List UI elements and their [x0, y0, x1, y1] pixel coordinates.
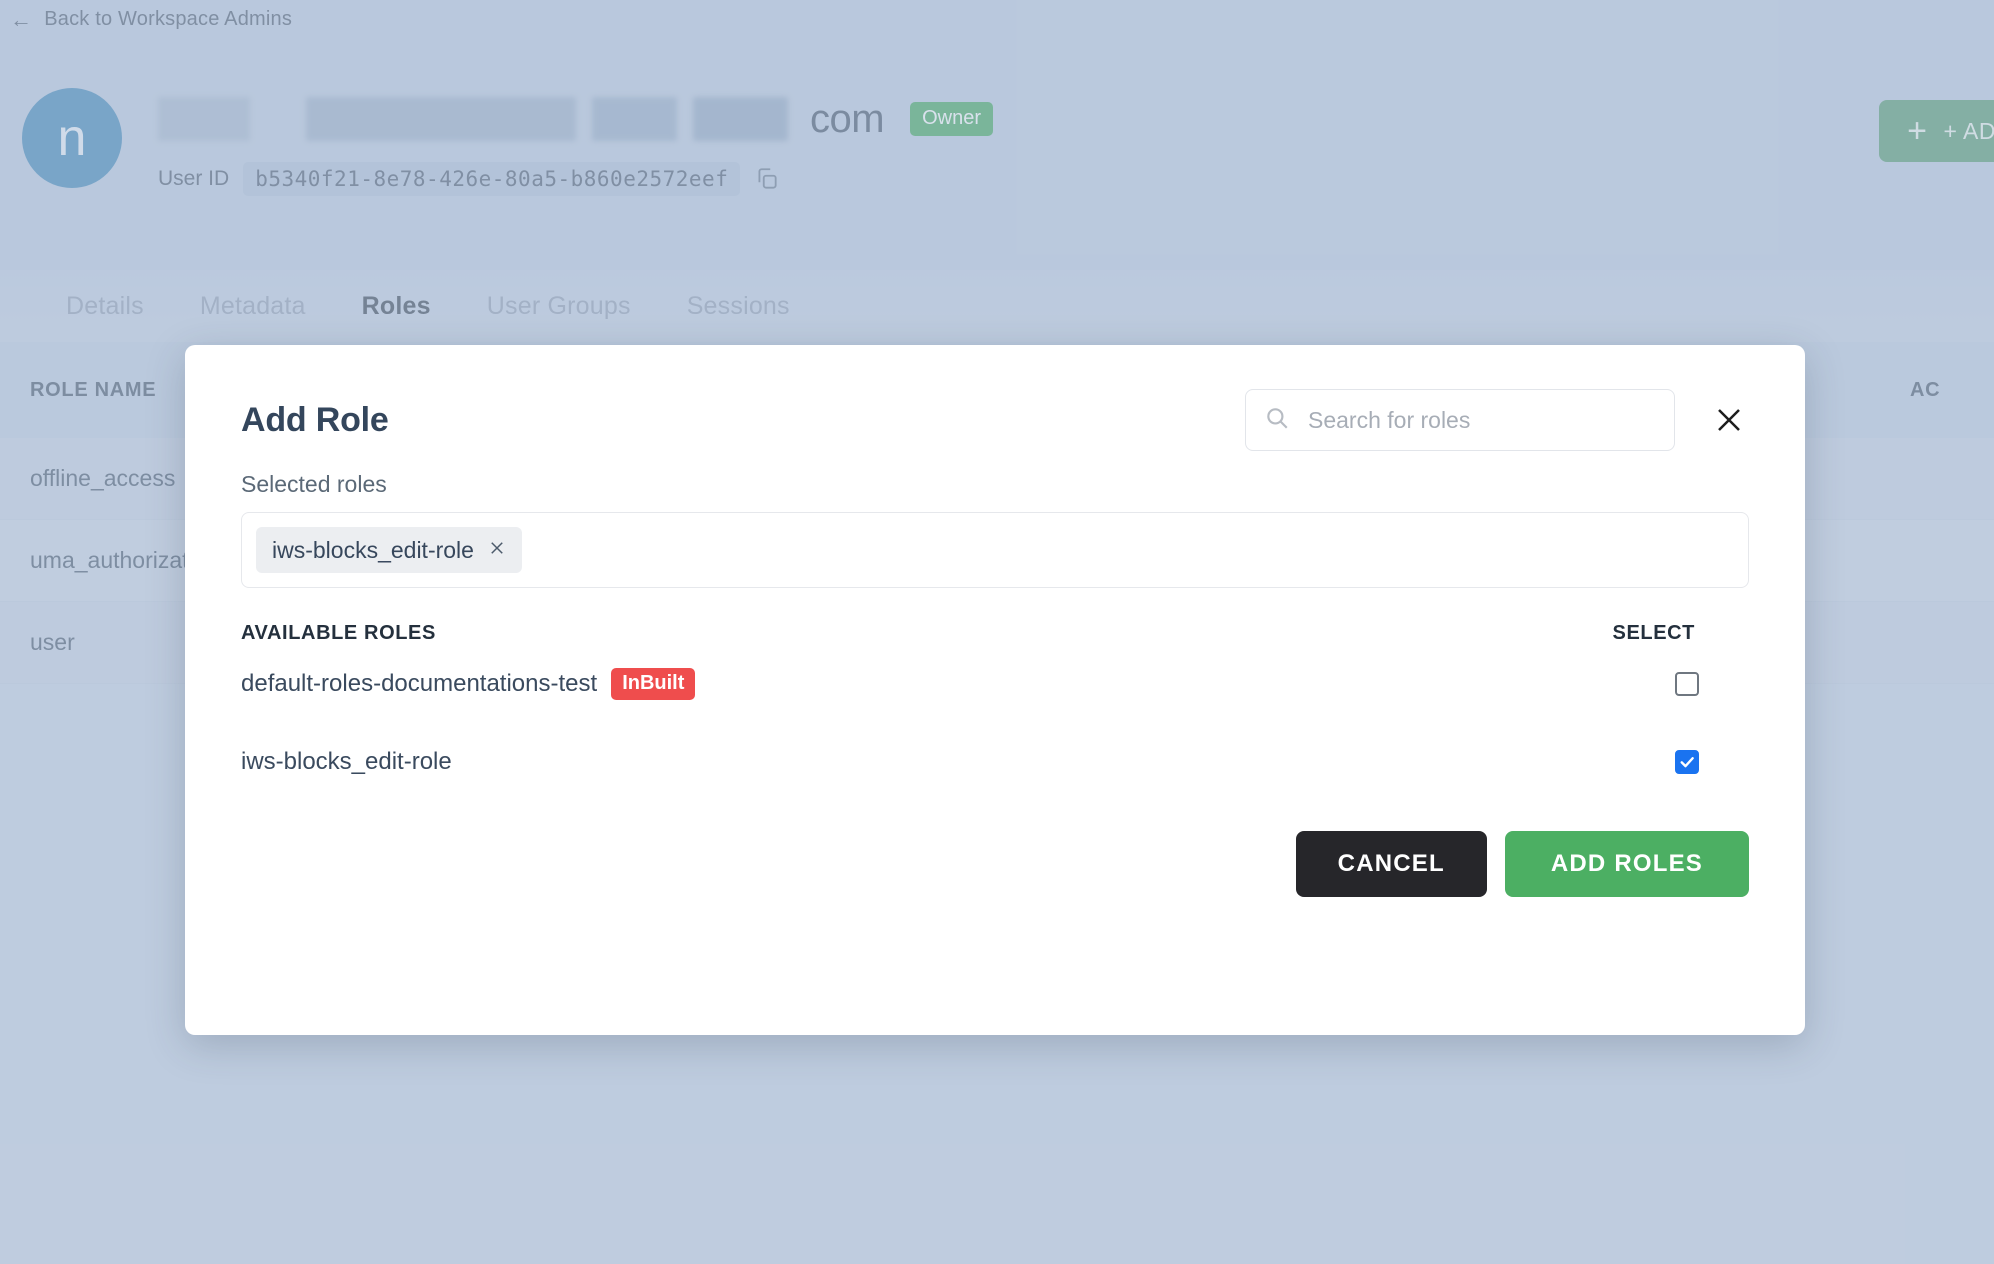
chip-label: iws-blocks_edit-role — [272, 536, 474, 563]
user-id-value: b5340f21-8e78-426e-80a5-b860e2572eef — [243, 162, 741, 196]
add-role-button-label: + AD — [1943, 117, 1994, 144]
redacted-name-block — [693, 97, 788, 141]
selected-roles-label: Selected roles — [241, 471, 387, 497]
tab-details[interactable]: Details — [38, 292, 172, 321]
back-to-workspace-admins-link[interactable]: ← Back to Workspace Admins — [10, 8, 292, 31]
add-roles-button[interactable]: ADD ROLES — [1504, 831, 1749, 897]
search-input[interactable] — [1306, 405, 1656, 435]
add-role-dialog: Add Role Selected roles iws-blocks_ed — [185, 345, 1805, 1035]
copy-icon[interactable] — [754, 166, 780, 192]
column-header-select: SELECT — [1612, 622, 1695, 644]
cancel-button[interactable]: CANCEL — [1295, 831, 1487, 897]
user-id-label: User ID — [158, 167, 230, 190]
avatar: n — [22, 88, 122, 188]
user-name-suffix: com — [810, 96, 885, 141]
tab-bar: Details Metadata Roles User Groups Sessi… — [0, 270, 1994, 342]
cell-role-name: offline_access — [30, 465, 176, 491]
tab-user-groups[interactable]: User Groups — [459, 292, 659, 321]
role-select-checkbox[interactable] — [1675, 672, 1699, 696]
cell-role-name: user — [30, 629, 75, 655]
redacted-name-block — [158, 97, 250, 141]
arrow-left-icon: ← — [10, 6, 33, 32]
avatar-initial: n — [57, 109, 87, 167]
close-icon[interactable] — [488, 539, 506, 561]
dialog-title: Add Role — [241, 400, 389, 439]
selected-roles-container: iws-blocks_edit-role — [241, 512, 1749, 588]
dialog-actions: CANCEL ADD ROLES — [241, 831, 1749, 897]
available-roles-table-header: AVAILABLE ROLES SELECT — [241, 622, 1749, 645]
back-link-label: Back to Workspace Admins — [44, 8, 293, 30]
plus-icon: + — [1907, 112, 1928, 150]
column-header-available-roles: AVAILABLE ROLES — [241, 622, 436, 644]
available-role-row[interactable]: iws-blocks_edit-role — [241, 723, 1749, 801]
redacted-name-block — [306, 97, 576, 141]
redacted-name-block — [592, 97, 677, 141]
close-icon[interactable] — [1709, 400, 1749, 440]
add-role-button[interactable]: + + AD — [1879, 100, 1994, 162]
tab-roles[interactable]: Roles — [334, 292, 459, 321]
owner-badge: Owner — [910, 102, 993, 136]
user-name-row: com Owner — [158, 92, 993, 146]
tab-metadata[interactable]: Metadata — [172, 292, 334, 321]
available-role-row[interactable]: default-roles-documentations-test InBuil… — [241, 645, 1749, 723]
available-role-name: iws-blocks_edit-role — [241, 748, 452, 775]
column-header-actions: AC — [1910, 378, 1941, 401]
search-roles-box[interactable] — [1245, 389, 1675, 451]
user-id-row: User ID b5340f21-8e78-426e-80a5-b860e257… — [158, 162, 993, 196]
user-profile-header: n com Owner User ID b5340f21-8e78-426e-8… — [22, 88, 993, 196]
dialog-header: Add Role — [241, 389, 1749, 451]
role-select-checkbox[interactable] — [1675, 750, 1699, 774]
search-icon — [1264, 405, 1290, 436]
available-role-name: default-roles-documentations-test — [241, 670, 598, 697]
inbuilt-badge: InBuilt — [611, 668, 696, 700]
tab-sessions[interactable]: Sessions — [659, 292, 818, 321]
selected-role-chip[interactable]: iws-blocks_edit-role — [256, 527, 522, 573]
